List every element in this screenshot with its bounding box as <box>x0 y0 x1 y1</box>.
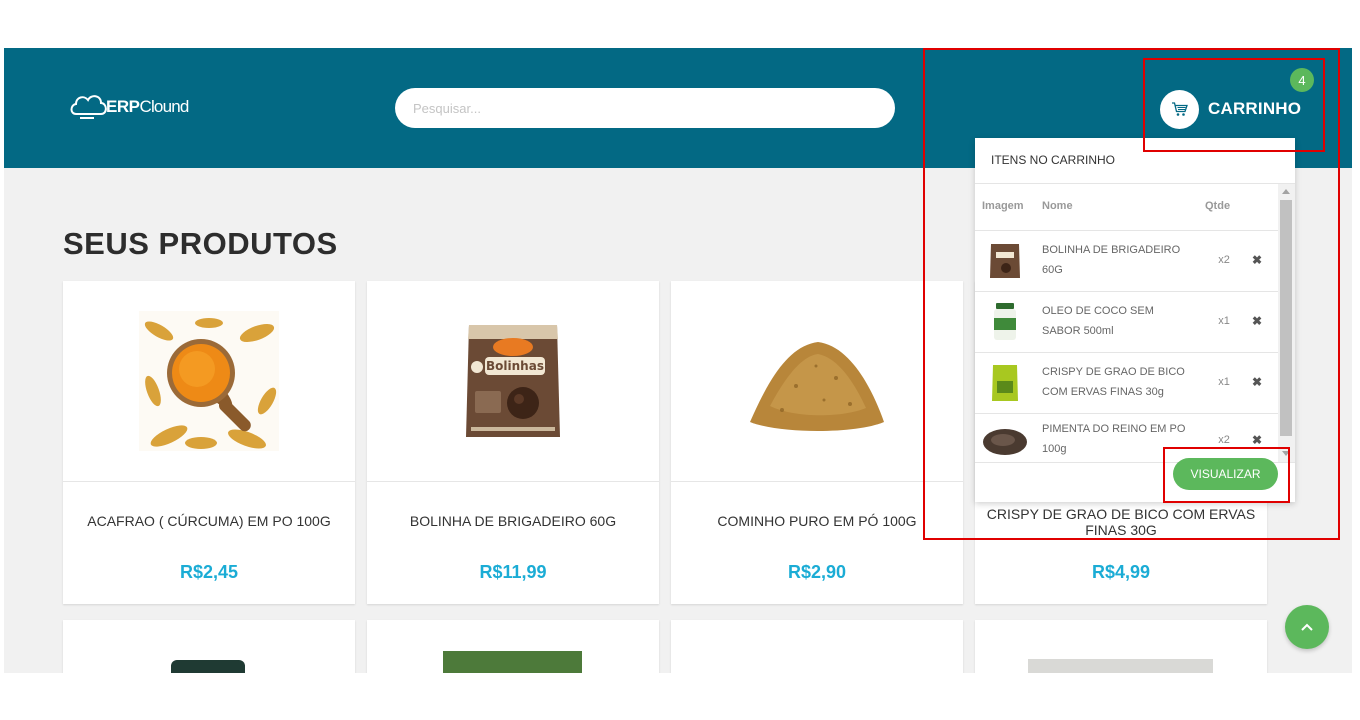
product-name[interactable]: COMINHO PURO EM PÓ 100G <box>681 513 953 529</box>
product-price: R$11,99 <box>479 562 547 582</box>
cart-item-row: BOLINHA DE BRIGADEIRO 60G x2 ✖ <box>975 231 1278 292</box>
product-name[interactable]: ACAFRAO ( CÚRCUMA) EM PO 100G <box>73 513 345 529</box>
product-card[interactable]: Bolinhas BOLINHA DE BRIGADEIRO 60G R$11,… <box>367 281 659 604</box>
cart-item-thumbnail <box>983 241 1027 281</box>
product-price: R$2,90 <box>787 562 847 582</box>
product-price: R$4,99 <box>1091 562 1151 582</box>
product-name[interactable]: BOLINHA DE BRIGADEIRO 60G <box>377 513 649 529</box>
turmeric-image <box>139 311 279 451</box>
cart-item-name: BOLINHA DE BRIGADEIRO 60G <box>1042 244 1181 276</box>
cart-item-thumbnail <box>983 422 1027 462</box>
logo-text-light: Clound <box>139 97 189 116</box>
search-input[interactable] <box>395 88 895 128</box>
remove-item-icon[interactable]: ✖ <box>1252 433 1262 447</box>
scroll-down-arrow-icon[interactable] <box>1282 451 1290 456</box>
scroll-up-arrow-icon[interactable] <box>1282 189 1290 194</box>
product-price: R$2,45 <box>179 562 239 582</box>
product-card[interactable]: ACAFRAO ( CÚRCUMA) EM PO 100G R$2,45 <box>63 281 355 604</box>
page-title: SEUS PRODUTOS <box>63 226 338 261</box>
cart-item-row: PIMENTA DO REINO EM PO 100g x2 ✖ <box>975 414 1278 462</box>
cumin-powder-image <box>750 342 884 431</box>
product-card-partial[interactable] <box>63 620 355 673</box>
cart-label: CARRINHO <box>1208 99 1302 118</box>
cart-item-thumbnail <box>983 363 1027 403</box>
product-image-partial <box>1028 659 1213 673</box>
view-cart-button[interactable]: VISUALIZAR <box>1173 458 1278 490</box>
cart-item-qty: x1 <box>1218 315 1230 327</box>
cart-item-row: CRISPY DE GRAO DE BICO COM ERVAS FINAS 3… <box>975 353 1278 414</box>
cart-count-badge: 4 <box>1290 68 1314 92</box>
cart-item-thumbnail <box>983 302 1027 342</box>
chevron-up-icon <box>1301 623 1313 631</box>
product-image[interactable] <box>671 281 963 482</box>
column-name: Nome <box>1042 200 1073 212</box>
remove-item-icon[interactable]: ✖ <box>1252 314 1262 328</box>
product-card-partial[interactable] <box>671 620 963 673</box>
jar-image <box>171 660 245 673</box>
cart-item-name: PIMENTA DO REINO EM PO 100g <box>1042 423 1186 455</box>
cart-button[interactable]: CARRINHO <box>1160 89 1301 129</box>
product-name[interactable]: CRISPY DE GRAO DE BICO COM ERVAS FINAS 3… <box>985 506 1257 538</box>
product-image[interactable] <box>63 281 355 482</box>
logo-text-strong: ERP <box>106 97 140 116</box>
logo[interactable]: ERP Clound <box>68 90 208 124</box>
product-card-partial[interactable] <box>975 620 1267 673</box>
cart-dropdown: ITENS NO CARRINHO Imagem Nome Qtde BOLIN… <box>975 138 1295 502</box>
cart-item-qty: x2 <box>1218 434 1230 446</box>
product-card[interactable]: COMINHO PURO EM PÓ 100G R$2,90 <box>671 281 963 604</box>
cart-table-header: Imagem Nome Qtde <box>975 198 1278 231</box>
column-image: Imagem <box>982 200 1024 212</box>
product-image[interactable]: Bolinhas <box>367 281 659 482</box>
brigadeiro-package-image: Bolinhas <box>466 325 560 437</box>
cart-icon <box>1160 89 1199 129</box>
cart-item-row: OLEO DE COCO SEM SABOR 500ml x1 ✖ <box>975 292 1278 353</box>
product-card-partial[interactable] <box>367 620 659 673</box>
remove-item-icon[interactable]: ✖ <box>1252 253 1262 267</box>
cart-scrollbar-thumb[interactable] <box>1280 200 1292 436</box>
cart-item-qty: x1 <box>1218 376 1230 388</box>
cart-item-qty: x2 <box>1218 254 1230 266</box>
column-qty: Qtde <box>1205 200 1231 212</box>
cart-item-name: OLEO DE COCO SEM SABOR 500ml <box>1042 305 1154 337</box>
cart-item-name: CRISPY DE GRAO DE BICO COM ERVAS FINAS 3… <box>1042 366 1185 398</box>
herbs-image <box>443 651 582 673</box>
page: ERP Clound CARRINHO 4 SEUS PRODUTOS <box>4 48 1352 673</box>
cart-dropdown-title: ITENS NO CARRINHO <box>975 138 1295 184</box>
remove-item-icon[interactable]: ✖ <box>1252 375 1262 389</box>
svg-text:Bolinhas: Bolinhas <box>486 359 544 373</box>
scroll-to-top-button[interactable] <box>1285 605 1329 649</box>
